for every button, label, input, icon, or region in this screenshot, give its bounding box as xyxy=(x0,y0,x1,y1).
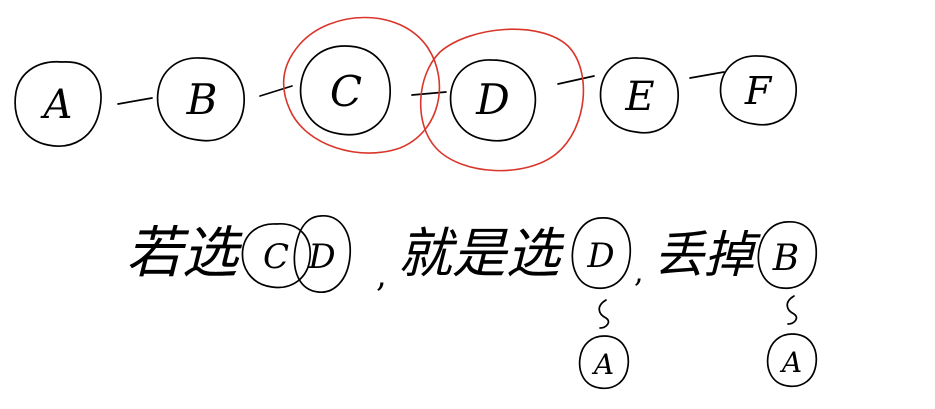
chain-edge-c-d xyxy=(411,91,447,96)
chain-node-label-f: F xyxy=(744,69,773,113)
chain-edge-b-c xyxy=(259,85,293,97)
sentence-pair-label-right: D xyxy=(307,237,335,277)
handwritten-diagram: A B C D E F 若选 C D , 就是选 D , 丢掉 B A A xyxy=(14,16,818,390)
chain-edge-d-e xyxy=(557,75,595,85)
annotation-squiggle-d xyxy=(598,299,610,329)
annotation-squiggle-b xyxy=(786,295,798,325)
chain-edge-e-f xyxy=(689,71,725,79)
explanation-sentence: 若选 C D , 就是选 D , 丢掉 B xyxy=(126,215,818,295)
chain-edge-a-b xyxy=(117,97,153,105)
chain-node-label-c: C xyxy=(330,67,362,116)
sentence-phrase-drop: 丢掉 xyxy=(654,226,761,284)
sentence-chosen-label: D xyxy=(586,236,614,276)
chain-node-label-e: E xyxy=(624,74,654,120)
chain-node-label-a: A xyxy=(40,82,73,128)
annotation-label-d: A xyxy=(591,348,614,381)
node-chain: A B C D E F xyxy=(14,45,797,147)
whiteboard-canvas: A B C D E F 若选 C D , 就是选 D , 丢掉 B A A xyxy=(0,0,935,409)
sentence-comma-2: , xyxy=(634,255,644,290)
substitution-annotations: A A xyxy=(578,295,818,390)
sentence-pair-label-left: C xyxy=(263,237,289,277)
sentence-phrase-if-choose: 若选 xyxy=(126,221,243,286)
sentence-comma: , xyxy=(376,255,387,295)
annotation-label-b: A xyxy=(779,346,802,379)
sentence-dropped-label: B xyxy=(772,238,799,279)
chain-node-label-d: D xyxy=(475,75,510,124)
sentence-phrase-means-choose: 就是选 xyxy=(398,222,565,285)
highlight-loops xyxy=(282,16,585,172)
chain-node-label-b: B xyxy=(186,75,218,124)
